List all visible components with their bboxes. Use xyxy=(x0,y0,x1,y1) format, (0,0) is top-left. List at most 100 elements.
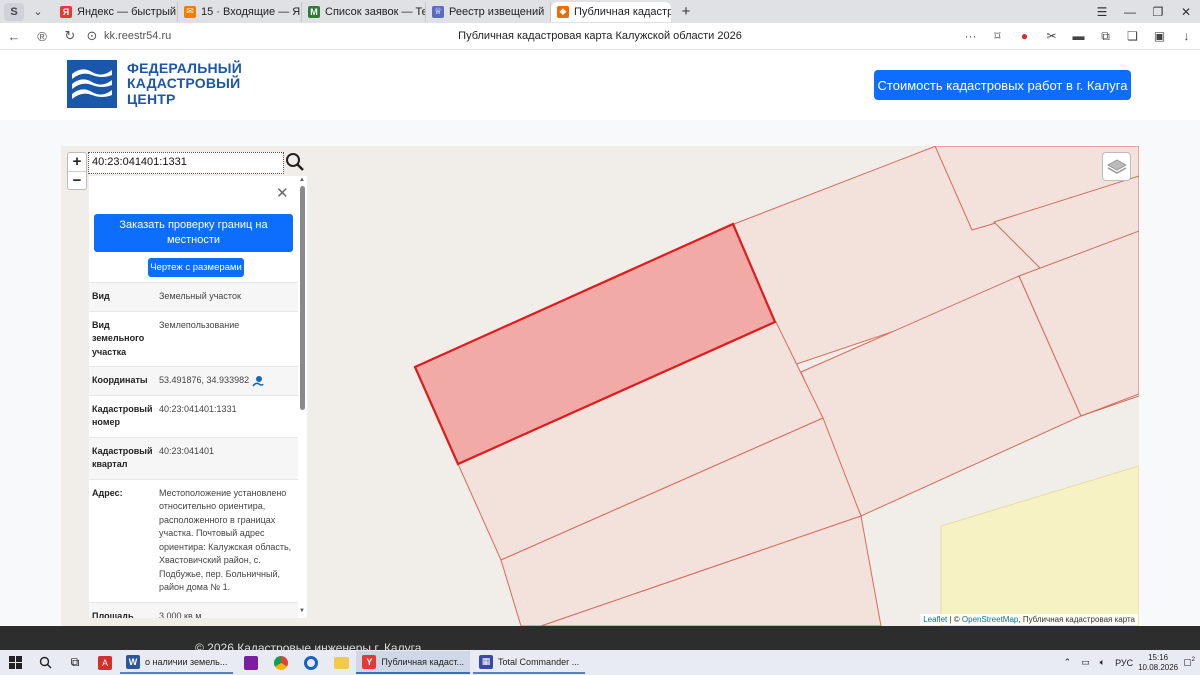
logo-line-3: ЦЕНТР xyxy=(127,90,176,107)
download-icon[interactable]: ↓ xyxy=(1173,29,1200,43)
site-lock-icon[interactable]: ⊙ xyxy=(84,28,100,44)
tab-favicon-icon: M xyxy=(308,5,320,18)
property-row: Кадастровый квартал 40:23:041401 xyxy=(89,436,298,479)
order-boundary-check-button[interactable]: Заказать проверку границ на местности xyxy=(94,214,293,252)
layers-button[interactable] xyxy=(1102,152,1131,181)
winrar-icon[interactable] xyxy=(236,650,266,675)
cadastral-cost-button[interactable]: Стоимость кадастровых работ в г. Калуга xyxy=(874,70,1131,100)
site-footer: © 2026 Кадастровые инженеры г. Калуга xyxy=(0,626,1200,650)
taskbar-app[interactable]: Wо наличии земель... xyxy=(120,651,234,674)
downloads-icon[interactable]: ▣ xyxy=(1146,29,1173,43)
property-key: Адрес: xyxy=(92,487,123,498)
browser-tab[interactable]: ♕ Реестр извещений xyxy=(426,1,551,22)
taskbar-app-icon: ▦ xyxy=(479,654,494,669)
extension-tools-icon[interactable]: ✂ xyxy=(1038,29,1065,43)
site-logo[interactable]: ФЕДЕРАЛЬНЫЙ КАДАСТРОВЫЙ ЦЕНТР xyxy=(67,60,242,108)
property-value: 53.491876, 34.933982 xyxy=(159,374,294,388)
zoom-out-button[interactable]: − xyxy=(68,171,86,189)
extension-abp-icon[interactable]: ● xyxy=(1011,29,1038,43)
property-row: Вид Земельный участок xyxy=(89,282,298,311)
scrollbar-thumb[interactable] xyxy=(300,186,305,410)
property-key: Координаты xyxy=(92,375,148,385)
profile-icon[interactable]: S xyxy=(4,2,24,21)
property-value-text: Землепользование xyxy=(159,319,240,330)
layers-icon xyxy=(1106,158,1127,174)
notifications-count: 2 xyxy=(1191,657,1195,663)
osm-link[interactable]: OpenStreetMap xyxy=(962,615,1018,624)
chrome-icon[interactable] xyxy=(266,650,296,675)
property-key: Вид xyxy=(92,291,110,301)
search-taskbar-icon[interactable] xyxy=(30,650,60,675)
url-field[interactable]: kk.reestr54.ru xyxy=(104,30,171,42)
clock[interactable]: 15:16 10.08.2026 xyxy=(1138,653,1178,673)
notifications-icon[interactable]: ▢2 xyxy=(1183,657,1195,668)
new-tab-button[interactable]: + xyxy=(677,3,695,20)
taskbar-app-icon: Y xyxy=(362,654,377,669)
collections-icon[interactable]: ❏ xyxy=(1119,29,1146,43)
property-value-text: 3 000 кв.м. xyxy=(159,610,204,619)
address-bar: ← ® ↻ ⊙ kk.reestr54.ru Публичная кадастр… xyxy=(0,23,1200,50)
browser-tab-bar: S ⌄ Я Яндекс — быстрый поиск ✉ 15 · Входящи… xyxy=(0,0,1200,23)
language-indicator[interactable]: РУС xyxy=(1115,658,1133,668)
more-icon[interactable]: ··· xyxy=(957,29,984,43)
map-pin-icon[interactable] xyxy=(252,375,264,387)
tab-favicon-icon: ✉ xyxy=(184,5,196,18)
extensions-icon[interactable]: ⧉ xyxy=(1092,29,1119,44)
property-value-text: Местоположение установлено относительно … xyxy=(159,487,292,593)
property-key: Площадь уточненная: xyxy=(92,610,134,619)
scroll-down-icon[interactable]: ▼ xyxy=(299,608,305,614)
property-value-text: 53.491876, 34.933982 xyxy=(159,375,250,385)
task-view-icon[interactable]: ⧉ xyxy=(60,650,90,675)
property-value: Земельный участок xyxy=(159,290,294,304)
windows-taskbar: ⧉ A Wо наличии земель... Y Публичная када… xyxy=(0,650,1200,675)
leaflet-link[interactable]: Leaflet xyxy=(923,615,947,624)
tray-overflow-icon[interactable]: ⌃ xyxy=(1064,657,1072,668)
reload-icon[interactable]: ↻ xyxy=(56,28,84,44)
taskbar-app-label: о наличии земель... xyxy=(145,656,228,667)
clock-date: 10.08.2026 xyxy=(1138,662,1179,672)
back-icon[interactable]: ← xyxy=(0,29,28,44)
property-value: 3 000 кв.м. xyxy=(159,610,294,619)
bookmark-icon[interactable]: ⌑ xyxy=(984,29,1011,43)
logo-line-2: КАДАСТРОВЫЙ xyxy=(127,75,241,92)
property-value-text: 40:23:041401:1331 xyxy=(159,403,237,414)
property-value: 40:23:041401 xyxy=(159,445,294,472)
tab-favicon-icon: ♕ xyxy=(432,5,444,18)
volume-icon[interactable]: 🔈︎ xyxy=(1100,657,1105,668)
map-attribution: Leaflet | © OpenStreetMap, Публичная кад… xyxy=(920,614,1138,625)
yandex-protect-icon[interactable]: ® xyxy=(28,29,56,44)
property-row: Кадастровый номер 40:23:041401:1331 xyxy=(89,394,298,437)
cadastral-search-input[interactable]: 40:23:041401:1331 xyxy=(88,152,284,174)
property-row: Площадь уточненная: 3 000 кв.м. xyxy=(89,601,298,619)
opera-icon[interactable] xyxy=(296,650,326,675)
file-explorer-icon[interactable] xyxy=(326,650,356,675)
window-menu-icon[interactable]: ☰ xyxy=(1088,5,1116,19)
taskbar-app[interactable]: ▦ Total Commander ... xyxy=(473,651,586,674)
search-icon[interactable] xyxy=(285,152,305,172)
close-icon[interactable]: ✕ xyxy=(276,184,289,202)
acrobat-icon[interactable]: A xyxy=(90,650,120,675)
close-window-icon[interactable]: ✕ xyxy=(1172,5,1200,19)
browser-tab[interactable]: ✉ 15 · Входящие — Яндекс П xyxy=(178,1,302,22)
zoom-in-button[interactable]: + xyxy=(68,153,86,171)
network-icon[interactable]: ▭ xyxy=(1081,657,1090,668)
logo-mark-icon xyxy=(67,60,117,108)
system-tray: ⌃ ▭ 🔈︎ РУС 15:16 10.08.2026 ▢2 xyxy=(1059,653,1200,673)
browser-tab[interactable]: M Список заявок — ТехноКа xyxy=(302,1,426,22)
taskbar-app[interactable]: Y Публичная кадаст... xyxy=(356,651,471,674)
tabs-menu-chevron-icon[interactable]: ⌄ xyxy=(28,3,48,21)
extension-hat-icon[interactable]: ▬ xyxy=(1065,29,1092,43)
drawing-with-dimensions-button[interactable]: Чертеж с размерами xyxy=(148,258,244,277)
parcel-properties: Вид Земельный участок Вид земельного участ… xyxy=(89,282,298,618)
minimize-icon[interactable]: — xyxy=(1116,5,1144,19)
scroll-up-icon[interactable]: ▲ xyxy=(299,177,305,183)
windows-start-icon[interactable] xyxy=(0,650,30,675)
footer-copyright: © 2026 Кадастровые инженеры г. Калуга xyxy=(195,641,422,650)
browser-tab[interactable]: ◆Публичная кадастрова✕ xyxy=(551,1,671,22)
tab-label: Публичная кадастрова xyxy=(574,5,671,18)
browser-tab[interactable]: Я Яндекс — быстрый поиск xyxy=(54,1,178,22)
logo-line-1: ФЕДЕРАЛЬНЫЙ xyxy=(127,59,242,76)
tab-label: Яндекс — быстрый поиск xyxy=(77,5,177,18)
restore-icon[interactable]: ❐ xyxy=(1144,5,1172,19)
tab-favicon-icon: Я xyxy=(60,5,72,18)
